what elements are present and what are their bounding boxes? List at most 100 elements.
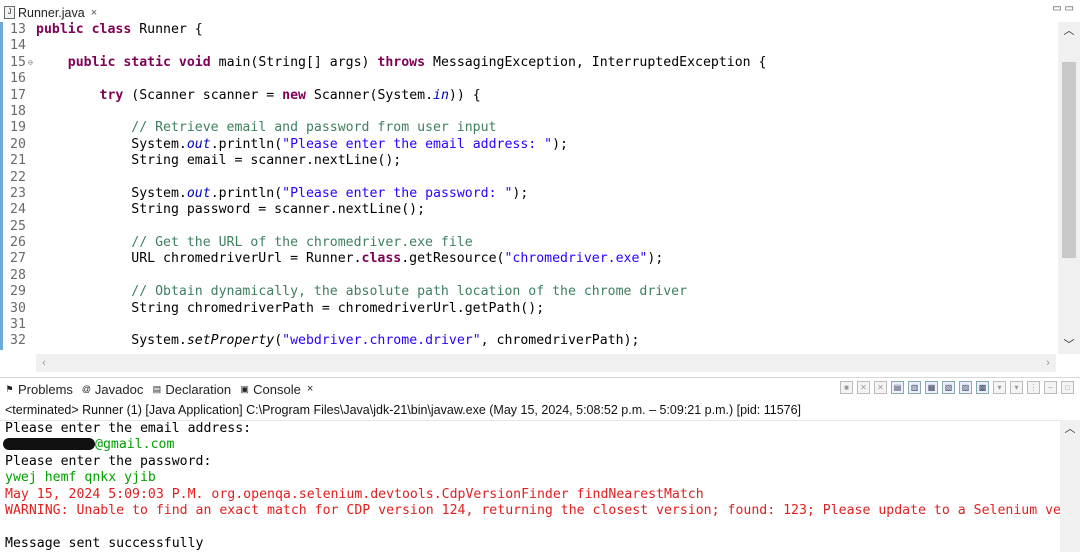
line-number: 31 — [10, 317, 26, 333]
console-output[interactable]: Please enter the email address: @gmail.co… — [0, 420, 1060, 552]
change-marker — [0, 103, 3, 121]
remove-launches-icon[interactable]: ✕ — [874, 381, 887, 394]
pin-console-icon[interactable]: ▩ — [976, 381, 989, 394]
console-line: ywej hemf qnkx yjib — [0, 470, 1060, 486]
line-number: 24 — [10, 202, 26, 218]
line-number: 22 — [10, 169, 26, 185]
code-line[interactable]: 16 — [0, 71, 1056, 88]
code-line[interactable]: 26 // Get the URL of the chromedriver.ex… — [0, 235, 1056, 252]
scroll-up-icon[interactable]: ︿ — [1060, 420, 1080, 438]
code-text: System.out.println("Please enter the ema… — [36, 136, 568, 152]
tab-console[interactable]: ▣ Console × — [235, 378, 318, 400]
fold-toggle-icon[interactable]: ⊖ — [28, 55, 33, 71]
code-line[interactable]: 18 — [0, 103, 1056, 121]
code-line[interactable]: 29 // Obtain dynamically, the absolute p… — [0, 284, 1056, 301]
clear-console-icon[interactable]: ■ — [840, 381, 853, 394]
line-number: 28 — [10, 267, 26, 283]
code-text: System.out.println("Please enter the pas… — [36, 185, 529, 201]
code-line[interactable]: 25 — [0, 218, 1056, 236]
show-on-error-icon[interactable]: ▨ — [959, 381, 972, 394]
code-line[interactable]: 15 ⊖ public static void main(String[] arg… — [0, 54, 1056, 72]
console-pane: ⚑ Problems @ Javadoc ▤ Declaration ▣ Console × ■… — [0, 377, 1080, 552]
scroll-left-icon[interactable]: ‹ — [36, 354, 52, 372]
code-line[interactable]: 14 — [0, 38, 1056, 55]
change-marker — [0, 153, 3, 170]
line-number: 27 — [10, 251, 26, 267]
change-marker — [0, 251, 3, 268]
view-menu-icon[interactable]: ⋮ — [1027, 381, 1040, 394]
line-number: 17 — [10, 87, 26, 103]
minimize-maximize-icons[interactable]: ▭ ▭ — [1052, 3, 1074, 14]
code-line[interactable]: 27 URL chromedriverUrl = Runner.class.ge… — [0, 251, 1056, 268]
code-line[interactable]: 30 String chromedriverPath = chromedrive… — [0, 300, 1056, 318]
change-marker — [0, 202, 3, 219]
code-line[interactable]: 31 — [0, 317, 1056, 334]
word-wrap-icon[interactable]: ▦ — [925, 381, 938, 394]
code-line[interactable]: 13 public class Runner { — [0, 22, 1056, 39]
code-line[interactable]: 21 String email = scanner.nextLine(); — [0, 153, 1056, 170]
scrollbar-thumb[interactable] — [1062, 62, 1076, 258]
console-line: Please enter the email address: — [0, 421, 1060, 437]
tab-label: Problems — [18, 381, 73, 397]
code-line[interactable]: 22 — [0, 169, 1056, 186]
console-line: Please enter the password: — [0, 454, 1060, 470]
code-line[interactable]: 24 String password = scanner.nextLine(); — [0, 202, 1056, 219]
terminate-icon[interactable]: ✕ — [857, 381, 870, 394]
line-number: 26 — [10, 235, 26, 251]
code-line[interactable]: 28 — [0, 267, 1056, 285]
show-on-output-icon[interactable]: ▧ — [942, 381, 955, 394]
minimize-icon[interactable]: – — [1044, 381, 1057, 394]
tab-label: Javadoc — [94, 381, 144, 397]
change-marker — [0, 136, 3, 154]
redacted-text — [3, 438, 95, 451]
editor-vertical-scrollbar[interactable]: ︿ ﹀ — [1058, 22, 1080, 354]
tab-label: Console — [253, 381, 301, 397]
editor-tab-runner-java[interactable]: J Runner.java × — [4, 3, 97, 22]
declaration-icon: ▤ — [152, 383, 162, 394]
scroll-down-icon[interactable]: ﹀ — [1058, 336, 1080, 354]
code-text: System.setProperty("webdriver.chrome.dri… — [36, 333, 640, 349]
open-console-icon[interactable]: ▾ — [1010, 381, 1023, 394]
line-number: 21 — [10, 153, 26, 169]
code-text: public static void main(String[] args) t… — [67, 54, 767, 70]
console-line: WARNING: Unable to find an exact match f… — [0, 503, 1060, 519]
change-marker — [0, 235, 3, 252]
tab-javadoc[interactable]: @ Javadoc — [77, 378, 147, 400]
scroll-up-icon[interactable]: ︿ — [1058, 22, 1080, 40]
change-marker — [0, 54, 3, 72]
line-number: 30 — [10, 300, 26, 316]
code-text: try (Scanner scanner = new Scanner(Syste… — [99, 87, 481, 103]
close-icon[interactable]: × — [307, 383, 313, 395]
change-marker — [0, 218, 3, 236]
maximize-icon[interactable]: □ — [1061, 381, 1074, 394]
console-vertical-scrollbar[interactable]: ︿ — [1060, 420, 1080, 552]
java-file-icon: J — [4, 6, 15, 19]
tab-label: Declaration — [165, 381, 232, 397]
code-editor[interactable]: 13 public class Runner {14 15 ⊖ public stat… — [0, 22, 1056, 354]
scroll-lock-icon[interactable]: ▥ — [908, 381, 921, 394]
code-line[interactable]: 17 try (Scanner scanner = new Scanner(Sy… — [0, 87, 1056, 104]
display-console-icon[interactable]: ▾ — [993, 381, 1006, 394]
editor-window-controls[interactable]: ▭ ▭ — [1052, 3, 1074, 14]
clear-icon[interactable]: ▤ — [891, 381, 904, 394]
line-number: 14 — [10, 38, 26, 54]
editor-horizontal-scrollbar[interactable]: ‹ › — [36, 354, 1056, 372]
line-number: 19 — [10, 120, 26, 136]
console-line: May 15, 2024 5:09:03 P.M. org.openqa.sel… — [0, 487, 1060, 503]
console-line-text: WARNING: Unable to find an exact match f… — [5, 502, 1060, 518]
code-line[interactable]: 19 // Retrieve email and password from u… — [0, 120, 1056, 137]
tab-problems[interactable]: ⚑ Problems — [0, 378, 77, 400]
code-line[interactable]: 20 System.out.println("Please enter the … — [0, 136, 1056, 154]
code-line[interactable]: 23 System.out.println("Please enter the … — [0, 185, 1056, 203]
code-line[interactable]: 32 System.setProperty("webdriver.chrome.… — [0, 333, 1056, 350]
scroll-right-icon[interactable]: › — [1040, 354, 1056, 372]
console-line-text: Please enter the password: — [5, 453, 212, 469]
editor-tab-bar: J Runner.java × ▭ ▭ — [0, 0, 1080, 22]
code-text: String password = scanner.nextLine(); — [36, 202, 426, 218]
code-text: // Get the URL of the chromedriver.exe f… — [131, 235, 473, 251]
console-toolbar: ■ ✕ ✕ ▤ ▥ ▦ ▧ ▨ ▩ ▾ ▾ ⋮ – □ — [840, 381, 1074, 394]
change-marker — [0, 22, 3, 39]
javadoc-icon: @ — [81, 383, 91, 394]
tab-declaration[interactable]: ▤ Declaration — [147, 378, 235, 400]
close-icon[interactable]: × — [91, 7, 97, 19]
